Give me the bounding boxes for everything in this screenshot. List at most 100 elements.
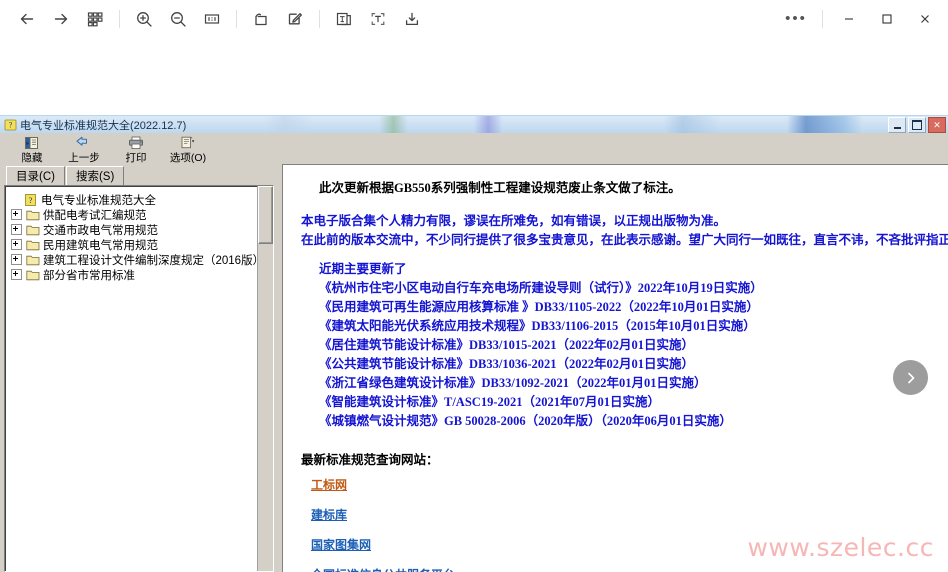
options-icon	[179, 136, 197, 151]
chm-close-button[interactable]: ✕	[928, 117, 946, 133]
help-book-icon: ?	[4, 118, 17, 131]
tree-scrollbar-thumb[interactable]	[258, 186, 273, 244]
para-1: 本电子版合集个人精力有限，谬误在所难免，如有错误，以正规出版物为准。	[301, 214, 727, 228]
folder-icon	[26, 254, 40, 266]
hide-pane-icon	[23, 136, 41, 151]
window-controls: •••	[777, 2, 948, 35]
hide-pane-button[interactable]: 隐藏	[6, 135, 58, 165]
actual-size-icon[interactable]	[195, 4, 229, 34]
chm-title-bar[interactable]: ? 电气专业标准规范大全(2022.12.7) ✕	[0, 116, 948, 133]
watermark: www.szelec.cc	[747, 533, 934, 562]
zoom-in-icon[interactable]	[127, 4, 161, 34]
tree-item-label: 建筑工程设计文件编制深度规定（2016版）	[43, 254, 265, 267]
tree-item-folder-1[interactable]: 供配电考试汇编规范	[7, 207, 273, 222]
navigation-pane: 目录(C) 搜索(S) ? 电气专业标准规范大全 供配电考试汇编规范 交通市政电…	[0, 164, 278, 572]
expand-plus-icon[interactable]	[11, 269, 22, 280]
para-2: 在此前的版本交流中，不少同行提供了很多宝贵意见，在此表示感谢。望广大同行一如既往…	[301, 233, 948, 247]
options-button[interactable]: 选项(O)	[162, 135, 214, 165]
chm-toolbar: 隐藏 上一步 打印 选项(O)	[0, 133, 948, 167]
tab-search-label: 搜索(S)	[75, 171, 115, 183]
sites-heading: 最新标准规范查询网站：	[301, 453, 439, 467]
chm-maximize-button[interactable]	[908, 117, 926, 133]
expand-plus-icon[interactable]	[11, 254, 22, 265]
edit-icon[interactable]	[278, 4, 312, 34]
expand-plus-icon[interactable]	[11, 239, 22, 250]
tab-contents-label: 目录(C)	[16, 171, 55, 183]
tab-search[interactable]: 搜索(S)	[65, 166, 125, 185]
chm-window-buttons: ✕	[888, 117, 946, 133]
tree-item-label: 交通市政电气常用规范	[43, 224, 158, 237]
tree-item-root[interactable]: ? 电气专业标准规范大全	[7, 192, 273, 207]
chm-close-label: ✕	[933, 119, 941, 130]
tree-item-folder-5[interactable]: 部分省市常用标准	[7, 267, 273, 282]
tree-item-label: 民用建筑电气常用规范	[43, 239, 158, 252]
next-page-button[interactable]	[893, 360, 928, 395]
tree-item-label: 部分省市常用标准	[43, 269, 135, 282]
save-icon[interactable]	[395, 4, 429, 34]
back-button-label: 上一步	[68, 152, 100, 164]
chm-help-window: ? 电气专业标准规范大全(2022.12.7) ✕ 隐藏 上一步 打印 选项(O…	[0, 115, 948, 572]
folder-icon	[26, 239, 40, 251]
link-row: 建标库	[301, 500, 948, 530]
print-button[interactable]: 打印	[110, 135, 162, 165]
zoom-out-icon[interactable]	[161, 4, 195, 34]
link-jianbiaoku[interactable]: 建标库	[311, 500, 347, 530]
update-item: 《杭州市住宅小区电动自行车充电场所建设导则（试行）》2022年10月19日实施）	[319, 281, 763, 295]
tab-contents[interactable]: 目录(C)	[6, 166, 65, 185]
ocr-icon[interactable]	[361, 4, 395, 34]
link-row: 工标网	[301, 470, 948, 500]
folder-icon	[26, 269, 40, 281]
close-button[interactable]	[906, 2, 944, 35]
back-icon[interactable]	[10, 4, 44, 34]
content-pane: 此次更新根据GB550系列强制性工程建设规范废止条文做了标注。 本电子版合集个人…	[282, 164, 948, 572]
back-arrow-icon	[75, 136, 93, 151]
tree-item-label: 电气专业标准规范大全	[41, 194, 156, 207]
folder-icon	[26, 224, 40, 236]
chm-window-title: 电气专业标准规范大全(2022.12.7)	[20, 119, 187, 132]
tree-item-folder-2[interactable]: 交通市政电气常用规范	[7, 222, 273, 237]
content-body: 此次更新根据GB550系列强制性工程建设规范废止条文做了标注。 本电子版合集个人…	[283, 165, 948, 572]
update-item: 《建筑太阳能光伏系统应用技术规程》DB33/1106-2015（2015年10月…	[319, 319, 756, 333]
forward-icon[interactable]	[44, 4, 78, 34]
expand-plus-icon[interactable]	[11, 224, 22, 235]
toolbar-divider	[822, 9, 823, 28]
viewer-toolbar: •••	[0, 0, 948, 37]
svg-text:?: ?	[9, 121, 13, 130]
update-item: 《民用建筑可再生能源应用核算标准 》DB33/1105-2022（2022年10…	[319, 300, 759, 314]
more-options-button[interactable]: •••	[777, 2, 815, 35]
tree-item-folder-4[interactable]: 建筑工程设计文件编制深度规定（2016版）	[7, 252, 273, 267]
viewer-toolbar-left-group	[0, 4, 429, 34]
back-button[interactable]: 上一步	[58, 135, 110, 165]
hide-pane-label: 隐藏	[21, 152, 43, 164]
expand-plus-icon[interactable]	[11, 209, 22, 220]
link-national-standards-platform[interactable]: 全国标准信息公共服务平台	[311, 560, 455, 572]
notice-line: 此次更新根据GB550系列强制性工程建设规范废止条文做了标注。	[319, 181, 681, 195]
maximize-button[interactable]	[868, 2, 906, 35]
minimize-button[interactable]	[830, 2, 868, 35]
update-item: 《公共建筑节能设计标准》DB33/1036-2021（2022年02月01日实施…	[319, 357, 695, 371]
nav-tabs: 目录(C) 搜索(S)	[2, 166, 276, 185]
printer-icon	[127, 136, 145, 151]
updates-heading: 近期主要更新了	[319, 262, 407, 276]
chm-body: 目录(C) 搜索(S) ? 电气专业标准规范大全 供配电考试汇编规范 交通市政电…	[0, 164, 948, 572]
link-guojiatujiwang[interactable]: 国家图集网	[311, 530, 371, 560]
chm-minimize-button[interactable]	[888, 117, 906, 133]
svg-text:?: ?	[29, 195, 33, 205]
copy-text-icon[interactable]	[327, 4, 361, 34]
toolbar-divider	[319, 9, 320, 28]
crop-icon[interactable]	[244, 4, 278, 34]
tree-item-label: 供配电考试汇编规范	[43, 209, 147, 222]
thumbnails-icon[interactable]	[78, 4, 112, 34]
contents-tree-inner: ? 电气专业标准规范大全 供配电考试汇编规范 交通市政电气常用规范 民用建筑电气…	[5, 186, 273, 282]
link-gongbiaowang[interactable]: 工标网	[311, 470, 347, 500]
toolbar-divider	[119, 9, 120, 28]
app-root: ••• ? 电气专业标准规范大全(2022.12.7) ✕ 隐藏 上一步 打印 …	[0, 0, 948, 572]
help-topic-icon: ?	[24, 193, 38, 206]
tree-item-folder-3[interactable]: 民用建筑电气常用规范	[7, 237, 273, 252]
update-item: 《城镇燃气设计规范》GB 50028-2006（2020年版）（2020年06月…	[319, 414, 732, 428]
toolbar-divider	[236, 9, 237, 28]
tree-scrollbar[interactable]	[257, 186, 273, 571]
